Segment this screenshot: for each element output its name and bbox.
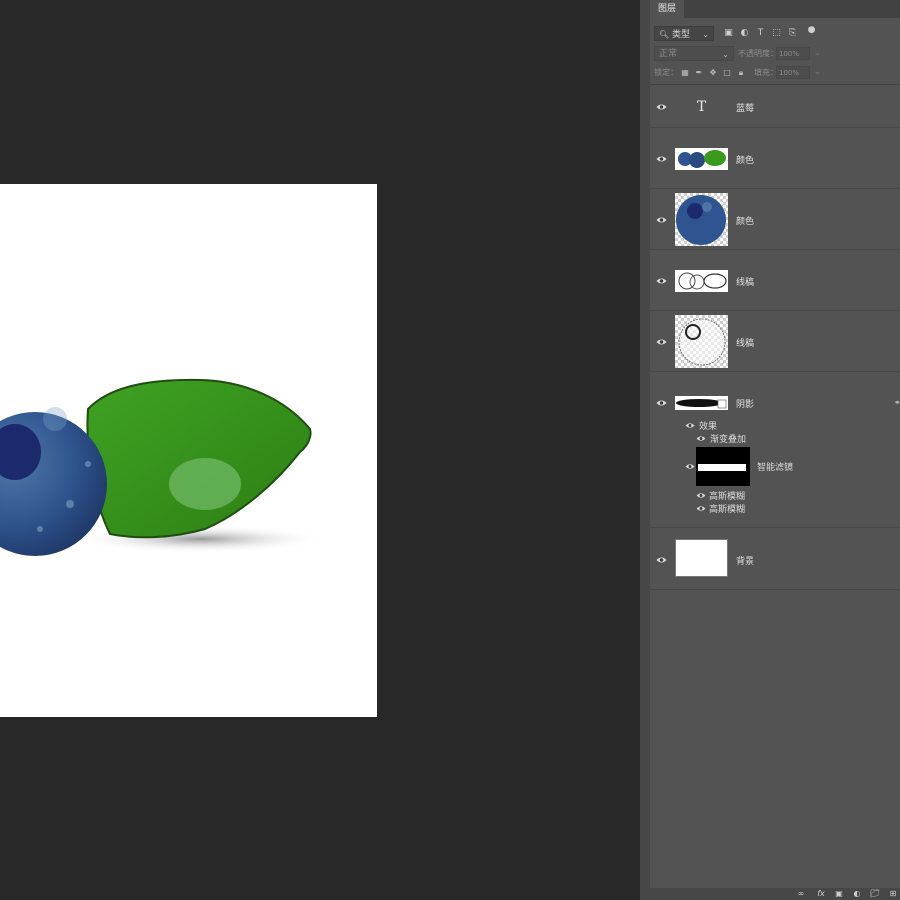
eye-icon[interactable] (656, 338, 667, 346)
layer-row[interactable]: 线稿 (650, 311, 900, 372)
smart-filter-label[interactable]: 智能滤镜 (757, 460, 793, 473)
layer-row-background[interactable]: 背景 (650, 528, 900, 590)
eye-icon[interactable] (696, 505, 706, 512)
lock-paint-icon[interactable]: ✒ (694, 68, 704, 78)
layer-row[interactable]: 线稿 (650, 250, 900, 311)
effect-item[interactable]: 渐变叠加 (710, 432, 746, 445)
eye-icon[interactable] (656, 556, 667, 564)
eye-icon[interactable] (656, 216, 667, 224)
filter-kind-dropdown[interactable]: 🔍︎ 类型 ⌄ (654, 26, 714, 41)
document-canvas[interactable] (0, 184, 377, 717)
eye-icon[interactable] (656, 399, 667, 407)
effects-label[interactable]: 效果 (699, 419, 717, 432)
type-filter-icon[interactable]: T (755, 28, 766, 39)
layer-thumbnail (675, 148, 728, 170)
link-icon[interactable]: ∞ (796, 889, 806, 899)
blend-mode-value: 正常 (659, 49, 678, 59)
layer-name[interactable]: 阴影 (736, 397, 754, 410)
layer-row-text[interactable]: T 蓝莓 (650, 86, 900, 128)
layer-row[interactable]: 颜色 (650, 189, 900, 250)
layer-name[interactable]: 背景 (736, 554, 754, 567)
layer-thumbnail (675, 315, 728, 368)
filter-toggle-icon[interactable]: ● (806, 25, 817, 36)
layer-thumbnail (675, 396, 728, 410)
filter-item[interactable]: 高斯模糊 (709, 502, 745, 515)
chevron-down-icon: ⌄ (702, 30, 709, 39)
layer-name[interactable]: 颜色 (736, 214, 754, 227)
adjustment-filter-icon[interactable]: ◐ (739, 28, 750, 39)
opacity-chevron-icon[interactable]: ⌄ (812, 48, 823, 59)
layer-row[interactable]: 颜色 (650, 128, 900, 189)
smart-object-filter-icon[interactable]: ⎘ (787, 28, 798, 39)
lock-transparent-icon[interactable]: ▦ (680, 68, 690, 78)
lock-artboard-icon[interactable]: □ (722, 68, 732, 78)
eye-icon[interactable] (656, 155, 667, 163)
filter-kind-value: 类型 (672, 30, 691, 40)
opacity-label: 不透明度： (738, 49, 778, 58)
layer-thumbnail (675, 270, 728, 292)
panel-collapse-strip[interactable] (640, 0, 650, 900)
artwork (0, 378, 325, 556)
fx-icon[interactable]: fx (816, 889, 826, 899)
blend-mode-dropdown[interactable]: 正常 ⌄ (654, 46, 734, 61)
layer-link-icon[interactable]: ⚭ (894, 398, 900, 407)
lock-all-icon[interactable]: 🔒︎ (736, 68, 746, 78)
layer-name[interactable]: 线稿 (736, 336, 754, 349)
filter-item[interactable]: 高斯模糊 (709, 489, 745, 502)
search-icon: 🔍︎ (659, 30, 670, 39)
lock-label: 锁定： (654, 68, 678, 77)
eye-icon[interactable] (696, 435, 706, 442)
fill-field[interactable]: 100% (776, 66, 810, 79)
smart-filter-mask-thumbnail (696, 447, 750, 486)
layer-name[interactable]: 颜色 (736, 153, 754, 166)
layer-thumbnail (675, 539, 728, 577)
eye-icon[interactable] (696, 492, 706, 499)
opacity-field[interactable]: 100% (776, 47, 810, 60)
tab-layers[interactable]: 图层 (650, 0, 685, 18)
layer-thumbnail (675, 193, 728, 246)
leaf-highlight (169, 458, 241, 510)
eye-icon[interactable] (685, 463, 695, 470)
filter-row: 🔍︎ 类型 ⌄ ▣ ◐ T ⬚ ⎘ ● (650, 24, 900, 44)
layers-panel-footer: ∞ fx ▣ ◐ 📁︎ ⊞ (650, 888, 900, 900)
canvas-area[interactable] (0, 0, 640, 900)
layers-panel: 图层 🔍︎ 类型 ⌄ ▣ ◐ T ⬚ ⎘ ● 正常 ⌄ 不透明度： 100% ⌄… (640, 0, 900, 900)
eye-icon[interactable] (656, 103, 667, 111)
chevron-down-icon: ⌄ (722, 50, 729, 59)
fill-label: 填充： (754, 68, 778, 77)
adjustment-icon[interactable]: ◐ (852, 889, 862, 899)
layer-row-smart-object[interactable]: 阴影 效果 渐变叠加 智能滤镜 高斯模糊 高斯模糊 (650, 372, 900, 528)
blend-row: 正常 ⌄ 不透明度： 100% ⌄ (650, 44, 900, 64)
lock-row: 锁定： ▦ ✒ ✥ □ 🔒︎ 填充： 100% ⌄ (650, 63, 900, 83)
mask-icon[interactable]: ▣ (834, 889, 844, 899)
shape-filter-icon[interactable]: ⬚ (771, 28, 782, 39)
panel-tab-bar (650, 0, 900, 18)
group-folder-icon[interactable]: 📁︎ (870, 889, 880, 899)
eye-icon[interactable] (656, 277, 667, 285)
image-filter-icon[interactable]: ▣ (723, 28, 734, 39)
eye-icon[interactable] (685, 422, 695, 429)
blueberry-highlight (43, 407, 67, 431)
type-layer-icon: T (696, 99, 707, 115)
layer-name[interactable]: 蓝莓 (736, 101, 754, 114)
lock-position-icon[interactable]: ✥ (708, 68, 718, 78)
layer-name[interactable]: 线稿 (736, 275, 754, 288)
fill-chevron-icon[interactable]: ⌄ (812, 67, 823, 78)
new-layer-icon[interactable]: ⊞ (888, 889, 898, 899)
